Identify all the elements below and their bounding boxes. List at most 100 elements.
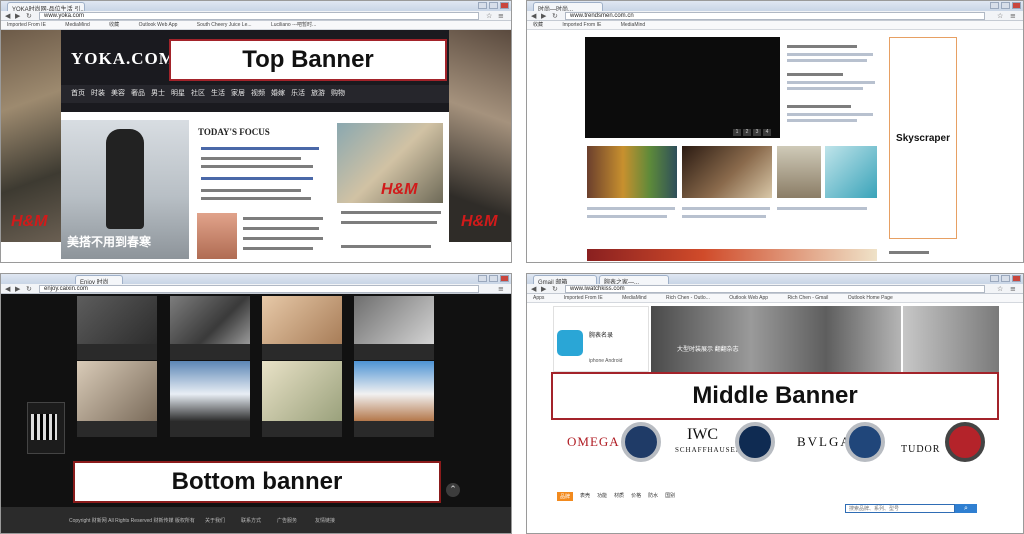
page-dot[interactable]: 3 <box>753 129 761 136</box>
menu-icon[interactable]: ≡ <box>498 12 504 20</box>
menu-icon[interactable]: ≡ <box>1010 12 1016 20</box>
headline[interactable] <box>201 165 313 168</box>
tile-caption[interactable] <box>77 421 157 437</box>
bookmark[interactable]: 收藏 <box>533 22 543 28</box>
tile-caption[interactable] <box>77 344 157 360</box>
close-icon[interactable] <box>1012 2 1021 9</box>
forward-icon[interactable]: ▶ <box>15 285 20 293</box>
browser-tab[interactable]: Gmail 邮箱 <box>533 275 597 284</box>
forward-icon[interactable]: ▶ <box>541 12 546 20</box>
address-bar[interactable]: www.yoka.com <box>39 12 479 20</box>
watch-thumb[interactable] <box>735 422 775 462</box>
filter-tab[interactable]: 功能 <box>597 492 607 501</box>
thumb-photo[interactable] <box>587 146 677 198</box>
minimize-icon[interactable] <box>990 275 999 282</box>
close-icon[interactable] <box>500 275 509 282</box>
nav-item[interactable]: 男士 <box>149 85 167 103</box>
headline[interactable] <box>341 245 431 248</box>
filter-tab[interactable]: 表壳 <box>580 492 590 501</box>
menu-icon[interactable]: ≡ <box>498 285 504 293</box>
filter-tab[interactable]: 国别 <box>665 492 675 501</box>
nav-item[interactable]: 奢品 <box>129 85 147 103</box>
headline[interactable] <box>201 157 301 160</box>
menu-icon[interactable]: ≡ <box>1010 285 1016 293</box>
address-bar[interactable]: www.iwatchkiss.com <box>565 285 985 293</box>
nav-item[interactable]: 家居 <box>229 85 247 103</box>
back-icon[interactable]: ◀ <box>531 12 536 20</box>
bookmark[interactable]: MediaMind <box>65 22 89 28</box>
thumb-photo[interactable] <box>777 146 821 198</box>
footer-link[interactable]: 友情链接 <box>315 517 335 524</box>
reload-icon[interactable]: ↻ <box>26 285 32 293</box>
tile-caption[interactable] <box>170 421 250 437</box>
minimize-icon[interactable] <box>990 2 999 9</box>
filter-tab[interactable]: 价格 <box>631 492 641 501</box>
brand-tudor[interactable]: TUDOR <box>901 444 940 455</box>
headline[interactable] <box>201 189 301 192</box>
thumb-photo[interactable] <box>77 296 157 344</box>
nav-item[interactable]: 视频 <box>249 85 267 103</box>
back-icon[interactable]: ◀ <box>531 285 536 293</box>
back-icon[interactable]: ◀ <box>5 285 10 293</box>
brand-iwc[interactable]: IWC <box>687 426 718 444</box>
bookmark[interactable]: Imported From IE <box>564 295 603 301</box>
filter-tab[interactable]: 材质 <box>614 492 624 501</box>
nav-item[interactable]: 婚嫁 <box>269 85 287 103</box>
close-icon[interactable] <box>1012 275 1021 282</box>
promo-strip[interactable] <box>587 249 877 261</box>
bookmark[interactable]: 收藏 <box>109 22 119 28</box>
minimize-icon[interactable] <box>478 2 487 9</box>
headline[interactable] <box>201 177 313 180</box>
maximize-icon[interactable] <box>489 2 498 9</box>
watch-thumb[interactable] <box>621 422 661 462</box>
nav-item[interactable]: 美容 <box>109 85 127 103</box>
headline[interactable] <box>341 221 437 224</box>
bookmark[interactable]: Rich Chen - Gmail <box>787 295 828 301</box>
reload-icon[interactable]: ↻ <box>26 12 32 20</box>
thumb-photo[interactable] <box>170 296 250 344</box>
headline[interactable] <box>889 251 929 254</box>
thumb-photo[interactable] <box>197 213 237 259</box>
back-icon[interactable]: ◀ <box>5 12 10 20</box>
thumb-photo[interactable] <box>354 361 434 421</box>
thumb-photo[interactable] <box>262 361 342 421</box>
nav-item[interactable]: 购物 <box>329 85 347 103</box>
bookmark[interactable]: Outlook Web App <box>729 295 768 301</box>
bookmark[interactable]: MediaMind <box>622 295 646 301</box>
tile-caption[interactable] <box>354 421 434 437</box>
nav-item[interactable]: 社区 <box>189 85 207 103</box>
thumb-photo[interactable] <box>170 361 250 421</box>
maximize-icon[interactable] <box>1001 275 1010 282</box>
browser-tab[interactable]: Enjoy 时尚 <box>75 275 123 284</box>
tile-caption[interactable] <box>354 344 434 360</box>
left-skin-ad[interactable] <box>1 30 61 242</box>
thumb-photo[interactable] <box>682 146 772 198</box>
bookmark[interactable]: MediaMind <box>621 22 645 28</box>
hero-carousel[interactable] <box>651 306 901 372</box>
site-logo[interactable]: YOKA.COM <box>71 49 176 69</box>
footer-link[interactable]: 广告服务 <box>277 517 297 524</box>
thumb-photo[interactable] <box>77 361 157 421</box>
bookmark[interactable]: Imported From IE <box>562 22 601 28</box>
nav-item[interactable]: 明星 <box>169 85 187 103</box>
bookmark[interactable]: Outlook Home Page <box>848 295 893 301</box>
headline[interactable] <box>201 197 311 200</box>
headline[interactable] <box>201 147 319 150</box>
search-icon[interactable]: ⌕ <box>955 504 977 513</box>
footer-link[interactable]: 联系方式 <box>241 517 261 524</box>
nav-item[interactable]: 时装 <box>89 85 107 103</box>
close-icon[interactable] <box>500 2 509 9</box>
minimize-icon[interactable] <box>478 275 487 282</box>
reload-icon[interactable]: ↻ <box>552 285 558 293</box>
star-icon[interactable]: ☆ <box>997 285 1003 293</box>
thumb-photo[interactable] <box>825 146 877 198</box>
page-dot[interactable]: 1 <box>733 129 741 136</box>
bookmark[interactable]: Imported From IE <box>7 22 46 28</box>
headline[interactable] <box>243 247 313 250</box>
bookmark[interactable]: Luciliano ---吧暂时... <box>271 22 316 28</box>
headline[interactable] <box>787 105 851 108</box>
page-dot[interactable]: 2 <box>743 129 751 136</box>
headline[interactable] <box>787 45 857 48</box>
headline[interactable] <box>243 227 319 230</box>
nav-item[interactable]: 乐活 <box>289 85 307 103</box>
